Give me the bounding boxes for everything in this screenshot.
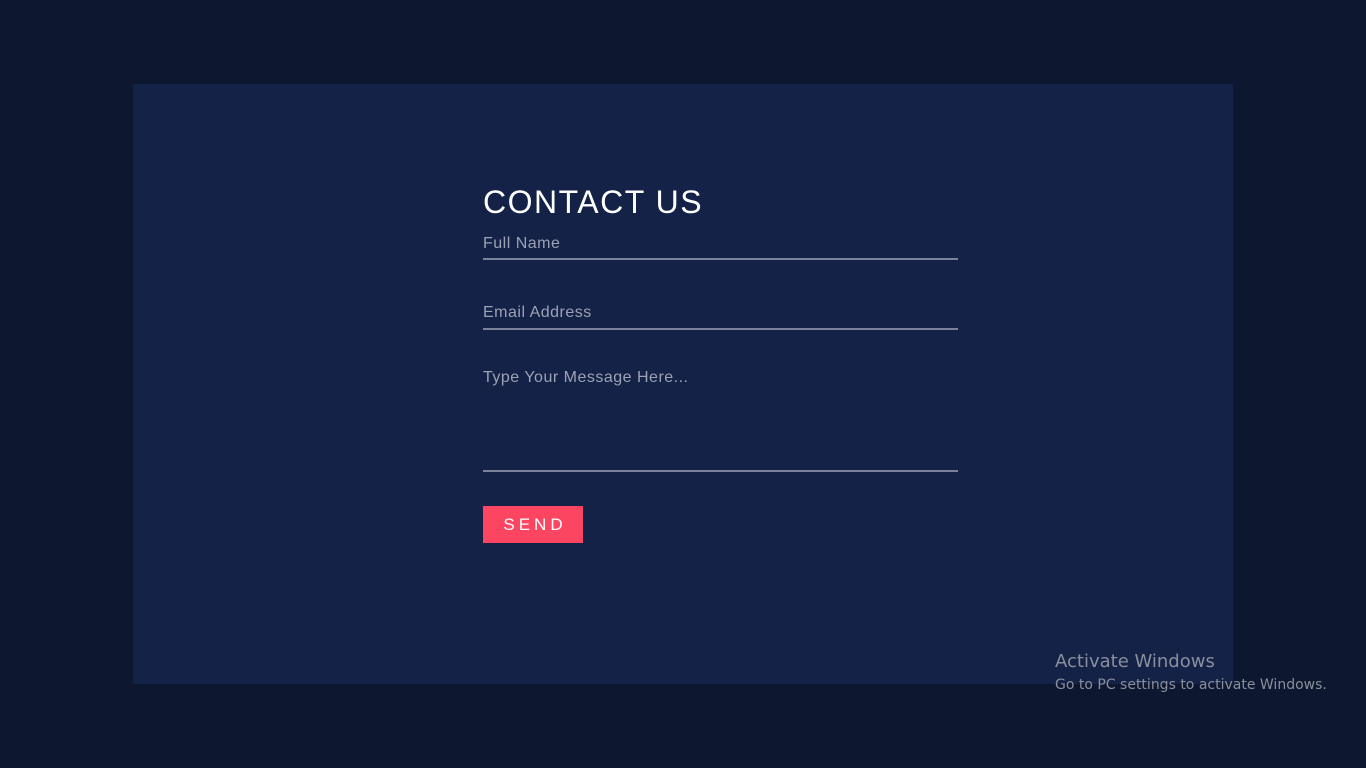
page-title: CONTACT US (483, 184, 704, 220)
page: CONTACT US SEND Activate Windows Go to P… (0, 0, 1366, 768)
contact-card: CONTACT US SEND (133, 84, 1233, 684)
send-button[interactable]: SEND (483, 506, 583, 543)
email-input[interactable] (483, 298, 958, 330)
full-name-input[interactable] (483, 230, 958, 260)
watermark-subtitle: Go to PC settings to activate Windows. (1055, 677, 1327, 693)
message-textarea[interactable] (483, 368, 958, 472)
contact-form: CONTACT US SEND (483, 184, 958, 543)
activate-windows-watermark: Activate Windows Go to PC settings to ac… (1055, 650, 1327, 696)
watermark-title: Activate Windows (1055, 651, 1215, 672)
